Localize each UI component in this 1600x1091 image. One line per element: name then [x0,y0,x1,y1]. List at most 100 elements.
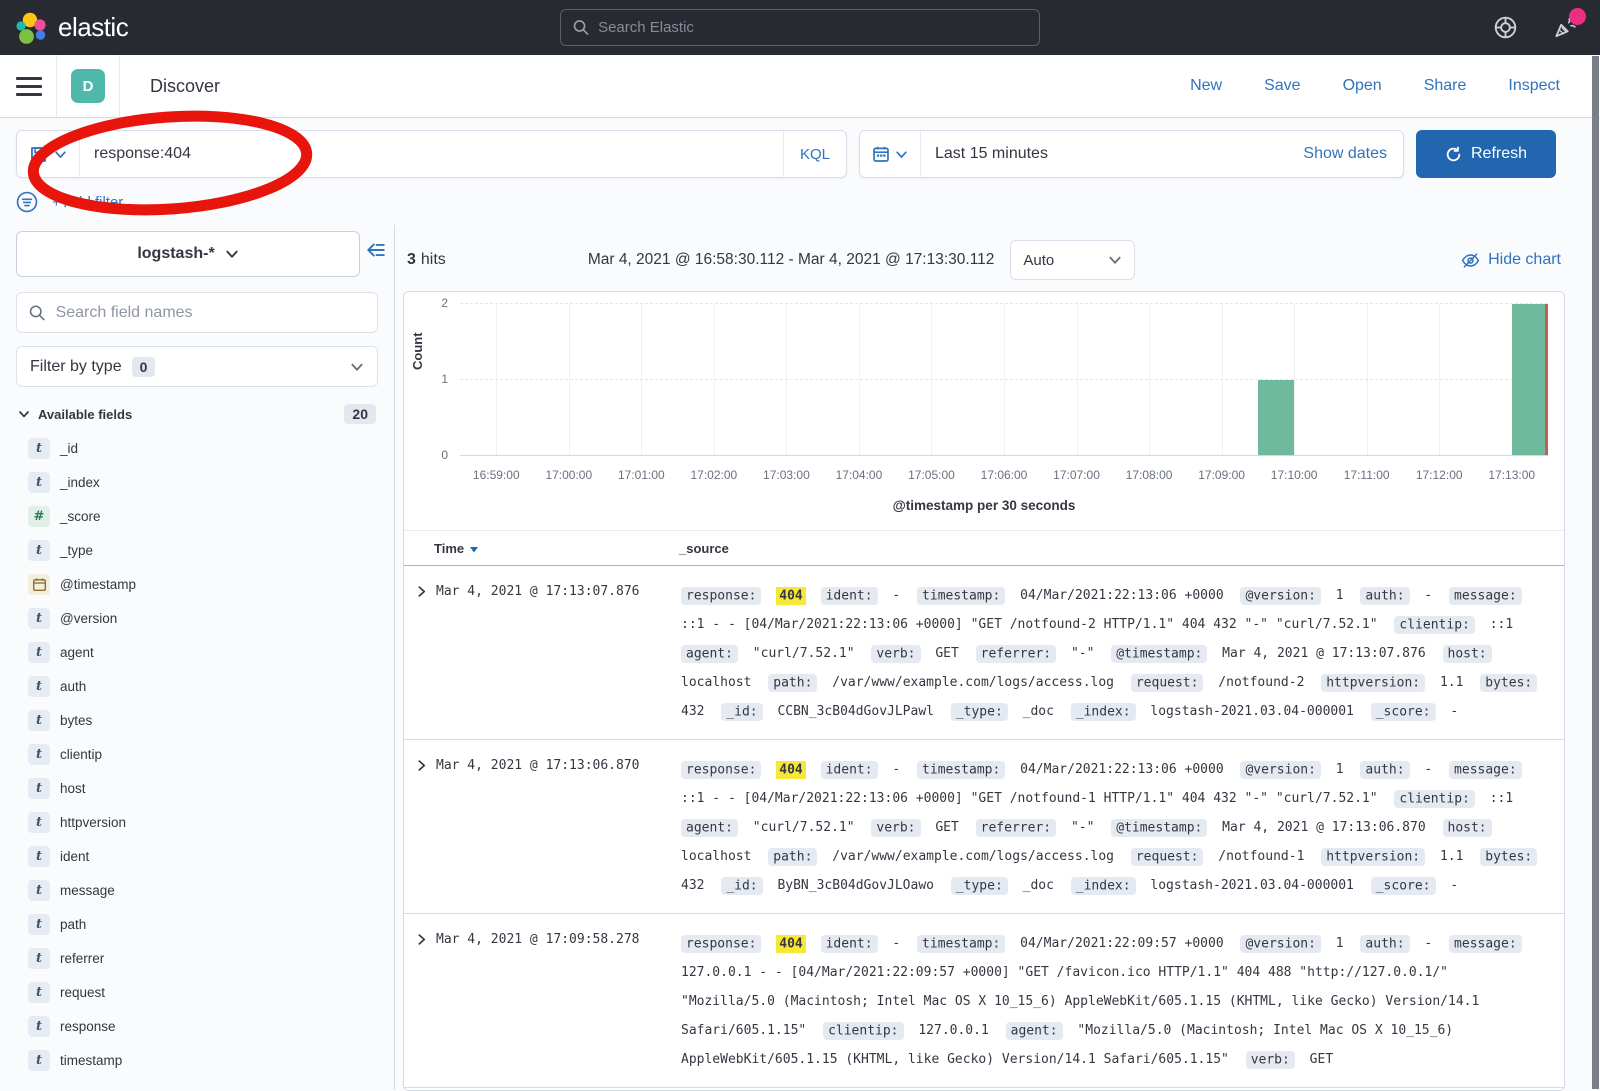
hide-chart-button[interactable]: Hide chart [1461,251,1561,270]
field-value: Mar 4, 2021 @ 17:13:07.876 [1222,646,1426,661]
field-pill: host: [1443,819,1492,837]
histogram-chart[interactable]: Count 012 16:59:0017:00:0017:01:0017:02:… [404,292,1564,530]
expand-row-icon[interactable] [416,755,436,776]
field-item[interactable]: t_type [28,540,378,561]
text-field-icon: t [28,812,50,833]
newsfeed-icon[interactable] [1552,15,1578,41]
field-item[interactable]: tident [28,846,378,867]
field-item[interactable]: t_index [28,472,378,493]
x-tick-label: 17:00:00 [527,468,611,482]
field-item[interactable]: tbytes [28,710,378,731]
chevron-down-icon [18,408,30,420]
time-range-picker[interactable]: Last 15 minutes Show dates [859,130,1404,178]
field-item[interactable]: tagent [28,642,378,663]
field-pill: request: [1131,674,1204,692]
field-value: /var/www/example.com/logs/access.log [832,849,1114,864]
grid-line [1222,304,1223,455]
plot-area[interactable] [460,304,1548,456]
interval-select[interactable]: Auto [1010,240,1135,280]
doc-table-body: Mar 4, 2021 @ 17:13:07.876response: 404 … [404,566,1564,1088]
index-pattern-selector[interactable]: logstash-* [16,231,360,277]
grid-line [1439,304,1440,455]
global-search-input[interactable] [598,19,1027,36]
field-item[interactable]: thost [28,778,378,799]
field-item[interactable]: trequest [28,982,378,1003]
field-value: - [1424,588,1432,603]
field-item[interactable]: tpath [28,914,378,935]
field-value: _doc [1023,878,1054,893]
show-dates-button[interactable]: Show dates [1287,145,1403,163]
field-pill: bytes: [1480,848,1537,866]
field-item[interactable]: #_score [28,506,378,527]
share-button[interactable]: Share [1424,77,1467,95]
histogram-bar[interactable] [1512,304,1548,455]
eye-slash-icon [1461,251,1480,270]
collapse-sidebar-icon[interactable] [366,241,386,259]
elastic-brand[interactable]: elastic [14,11,128,45]
field-pill: auth: [1360,761,1409,779]
time-column-header[interactable]: Time [434,541,659,556]
scrollbar[interactable] [1592,56,1599,1089]
x-axis-title: @timestamp per 30 seconds [404,498,1564,513]
query-language-button[interactable]: KQL [783,131,846,177]
new-button[interactable]: New [1190,77,1222,95]
highlighted-value: 404 [776,761,805,779]
inspect-button[interactable]: Inspect [1508,77,1560,95]
field-pill: auth: [1360,935,1409,953]
field-item[interactable]: tauth [28,676,378,697]
field-item[interactable]: t@version [28,608,378,629]
query-bar: response:404 KQL Last 15 minutes Show da… [0,118,1600,178]
query-text[interactable]: response:404 [80,145,783,163]
filter-menu-icon[interactable] [16,191,38,213]
calendar-menu-button[interactable] [860,131,921,177]
global-search[interactable] [560,9,1040,46]
open-button[interactable]: Open [1343,77,1382,95]
field-item[interactable]: treferrer [28,948,378,969]
field-name: _score [60,509,101,524]
add-filter-button[interactable]: + Add filter [52,194,123,211]
field-item[interactable]: tclientip [28,744,378,765]
field-item[interactable]: tmessage [28,880,378,901]
field-pill: _score: [1371,877,1436,895]
field-value: 127.0.0.1 [918,1023,988,1038]
expand-row-icon[interactable] [416,581,436,602]
histogram-bar[interactable] [1258,380,1294,456]
field-item[interactable]: t_id [28,438,378,459]
field-name: auth [60,679,86,694]
field-name: _id [60,441,78,456]
field-value: - [1450,878,1458,893]
field-item[interactable]: ttimestamp [28,1050,378,1071]
field-value: 432 [681,878,704,893]
field-value: localhost [681,675,751,690]
kql-query-input[interactable]: response:404 KQL [16,130,847,178]
discover-app-badge[interactable]: D [71,69,105,103]
refresh-button[interactable]: Refresh [1416,130,1556,178]
expand-row-icon[interactable] [416,929,436,950]
field-pill: host: [1443,645,1492,663]
field-value: - [1450,704,1458,719]
field-item[interactable]: @timestamp [28,574,378,595]
date-field-icon [28,574,50,595]
grid-line [1294,304,1295,455]
field-search[interactable] [16,292,378,333]
help-icon[interactable] [1492,15,1518,41]
grid-line [496,304,497,455]
field-pill: response: [681,935,761,953]
row-timestamp: Mar 4, 2021 @ 17:13:07.876 [436,581,661,599]
grid-line [460,303,1548,304]
field-pill: _type: [951,703,1008,721]
saved-queries-button[interactable] [17,131,80,177]
filter-by-type-dropdown[interactable]: Filter by type 0 [16,346,378,387]
x-tick-label: 17:07:00 [1035,468,1119,482]
save-button[interactable]: Save [1264,77,1300,95]
field-item[interactable]: thttpversion [28,812,378,833]
field-pill: @version: [1240,587,1320,605]
field-value: 432 [681,704,704,719]
saved-query-icon [29,145,48,164]
available-fields-toggle[interactable]: Available fields 20 [16,404,378,424]
menu-icon[interactable] [16,77,42,96]
x-tick-label: 17:11:00 [1325,468,1409,482]
field-item[interactable]: tresponse [28,1016,378,1037]
field-search-input[interactable] [56,304,365,322]
time-range-value[interactable]: Last 15 minutes [921,145,1287,163]
